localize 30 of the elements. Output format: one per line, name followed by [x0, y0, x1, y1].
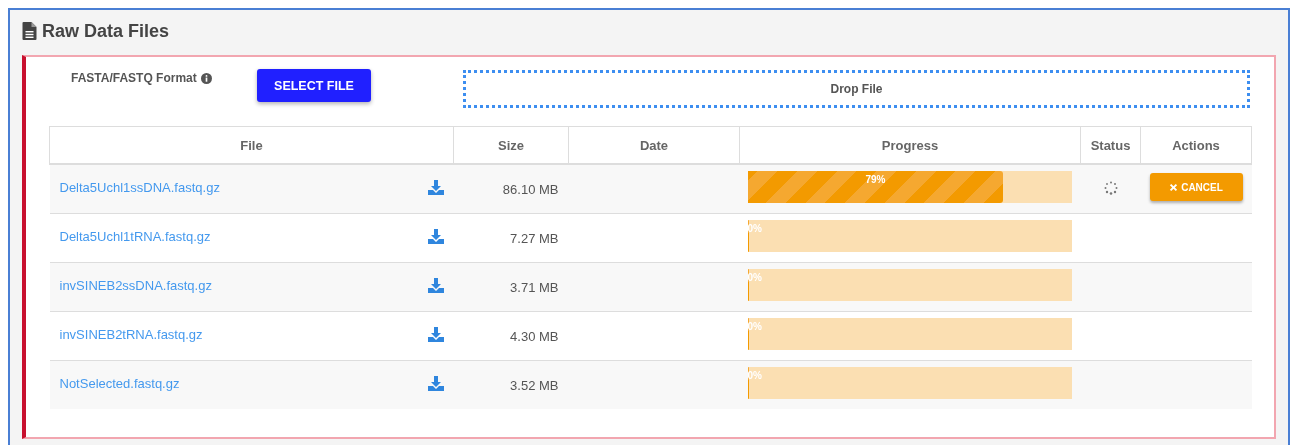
select-file-button[interactable]: SELECT FILE: [257, 69, 371, 102]
file-link[interactable]: Delta5Uchl1ssDNA.fastq.gz: [59, 179, 220, 195]
download-icon[interactable]: [427, 375, 444, 391]
column-header: Status: [1080, 126, 1141, 164]
document-icon: [22, 22, 37, 40]
file-link[interactable]: Delta5Uchl1tRNA.fastq.gz: [59, 228, 211, 244]
file-link[interactable]: invSINEB2tRNA.fastq.gz: [59, 326, 203, 342]
download-icon[interactable]: [427, 277, 444, 293]
download-icon[interactable]: [427, 326, 444, 342]
column-header: Progress: [739, 126, 1081, 164]
table-cell: 3.71 MB: [453, 262, 569, 312]
column-header: Date: [568, 126, 740, 164]
column-header: File: [49, 126, 454, 164]
file-link[interactable]: NotSelected.fastq.gz: [59, 375, 180, 391]
file-link[interactable]: invSINEB2ssDNA.fastq.gz: [59, 277, 212, 293]
panel-title: Raw Data Files: [42, 20, 170, 42]
cancel-button[interactable]: CANCEL: [1149, 173, 1243, 201]
table-cell: 7.27 MB: [453, 213, 569, 263]
table-cell: 4.30 MB: [453, 311, 569, 361]
download-icon[interactable]: [427, 228, 444, 244]
progress-label: 79%: [864, 174, 887, 185]
format-label: FASTA/FASTQ Format: [71, 71, 197, 85]
table-cell: 3.52 MB: [453, 360, 569, 409]
download-icon[interactable]: [427, 179, 444, 195]
column-header: Actions: [1140, 126, 1252, 164]
info-icon: [200, 72, 212, 84]
table-cell: 86.10 MB: [453, 164, 569, 214]
column-header: Size: [453, 126, 569, 164]
close-icon: [1169, 182, 1179, 192]
drop-zone[interactable]: Drop File: [463, 70, 1250, 108]
